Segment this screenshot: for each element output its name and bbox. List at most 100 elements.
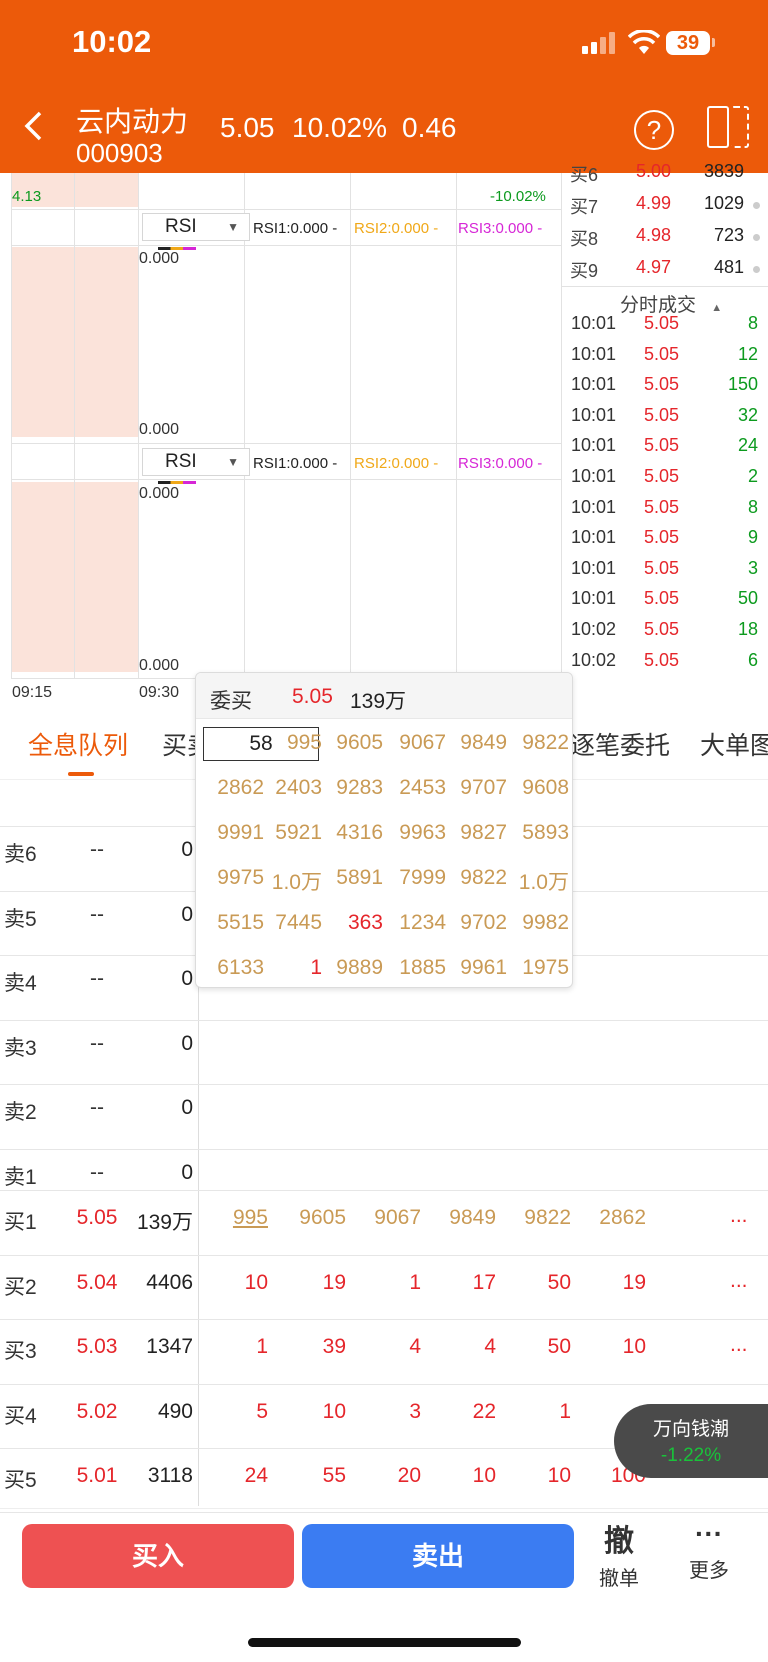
sell-level-label: 卖1 — [4, 1165, 37, 1189]
watch-badge[interactable]: 万向钱潮 -1.22% — [614, 1404, 768, 1478]
queue-order-cell[interactable]: 10 — [586, 1335, 646, 1359]
popup-order-cell[interactable]: 5921 — [262, 821, 322, 845]
popup-order-cell[interactable]: 6133 — [204, 956, 264, 980]
popup-order-cell[interactable]: 2453 — [386, 776, 446, 800]
orderbook-label: 买8 — [570, 229, 599, 249]
tab-big-orders[interactable]: 大单图 — [700, 726, 768, 762]
trade-volume: 2 — [747, 466, 758, 486]
queue-more-icon[interactable]: ... — [730, 1333, 748, 1357]
queue-more-icon[interactable]: ... — [730, 1204, 748, 1228]
popup-order-cell[interactable]: 9702 — [447, 911, 507, 935]
popup-order-cell[interactable]: 7445 — [262, 911, 322, 935]
queue-order-cell[interactable]: 1 — [208, 1335, 268, 1359]
queue-order-cell[interactable]: 9822 — [511, 1206, 571, 1230]
queue-order-cell[interactable]: 995 — [208, 1206, 268, 1230]
popup-order-cell[interactable]: 9827 — [447, 821, 507, 845]
watch-badge-change: -1.22% — [660, 1445, 722, 1466]
popup-order-cell[interactable]: 9982 — [509, 911, 569, 935]
queue-more-icon[interactable]: ... — [730, 1269, 748, 1293]
popup-order-cell[interactable]: 5893 — [509, 821, 569, 845]
queue-order-cell[interactable]: 9849 — [436, 1206, 496, 1230]
popup-order-cell[interactable]: 363 — [323, 911, 383, 935]
help-icon[interactable]: ? — [634, 110, 674, 150]
popup-order-cell[interactable]: 5891 — [323, 866, 383, 890]
queue-order-cell[interactable]: 1 — [511, 1400, 571, 1424]
queue-detail-popup[interactable]: 委买 5.05 139万 58 995 9605 9067 9849 9822 2862 2… — [195, 672, 573, 988]
more-icon: ··· — [695, 1518, 723, 1549]
queue-order-cell[interactable]: 39 — [286, 1335, 346, 1359]
back-icon[interactable] — [22, 111, 46, 141]
rsi3-label-2: RSI3:0.000 - — [458, 455, 543, 472]
popup-order-cell[interactable]: 9822 — [509, 731, 569, 755]
popup-order-cell[interactable]: 9707 — [447, 776, 507, 800]
queue-order-cell[interactable]: 17 — [436, 1271, 496, 1295]
popup-order-cell[interactable]: 1.0万 — [262, 866, 322, 896]
popup-order-cell[interactable]: 1 — [262, 956, 322, 980]
switch-layout-icon[interactable] — [707, 106, 749, 148]
queue-order-cell[interactable]: 20 — [361, 1464, 421, 1488]
popup-order-cell[interactable]: 9991 — [204, 821, 264, 845]
queue-order-cell[interactable]: 19 — [586, 1271, 646, 1295]
queue-order-cell[interactable]: 10 — [436, 1464, 496, 1488]
buy-level-volume: 4406 — [146, 1270, 193, 1294]
trade-volume: 8 — [747, 496, 758, 517]
tab-full-queue[interactable]: 全息队列 — [28, 726, 128, 762]
queue-order-cell[interactable]: 3 — [361, 1400, 421, 1424]
popup-order-cell[interactable]: 1975 — [509, 956, 569, 980]
chart-area[interactable]: 4.13 -10.02% RSI ▼ RSI1:0.000 - RSI2:0.00… — [0, 173, 562, 703]
queue-order-cell[interactable]: 22 — [436, 1400, 496, 1424]
popup-order-cell[interactable]: 9067 — [386, 731, 446, 755]
trade-price: 5.05 — [644, 374, 680, 395]
popup-order-cell[interactable]: 7999 — [386, 866, 446, 890]
cancel-order-button[interactable]: 撤 撤单 — [594, 1516, 644, 1591]
trade-price: 5.05 — [644, 619, 680, 639]
popup-order-cell[interactable]: 9608 — [509, 776, 569, 800]
popup-order-cell[interactable]: 2403 — [262, 776, 322, 800]
popup-order-cell[interactable]: 2862 — [204, 776, 264, 800]
queue-order-cell[interactable]: 9605 — [286, 1206, 346, 1230]
queue-order-cell[interactable]: 55 — [286, 1464, 346, 1488]
queue-order-cell[interactable]: 10 — [511, 1464, 571, 1488]
queue-order-cell[interactable]: 10 — [286, 1400, 346, 1424]
rsi-axis-bottom-1: 0.000 — [139, 421, 180, 438]
popup-order-cell[interactable]: 9961 — [447, 956, 507, 980]
queue-order-cell[interactable]: 24 — [208, 1464, 268, 1488]
popup-order-cell[interactable]: 1.0万 — [509, 866, 569, 896]
buy-button[interactable]: 买入 — [22, 1524, 294, 1588]
buy-level-label: 买3 — [4, 1340, 37, 1363]
popup-order-cell[interactable]: 9605 — [323, 731, 383, 755]
popup-order-cell[interactable]: 4316 — [323, 821, 383, 845]
popup-order-cell[interactable]: 9963 — [386, 821, 446, 845]
rsi-select-1[interactable]: RSI ▼ — [142, 213, 250, 241]
rsi-select-2[interactable]: RSI ▼ — [142, 448, 250, 476]
popup-order-cell[interactable]: 1885 — [386, 956, 446, 980]
popup-order-cell[interactable]: 995 — [262, 731, 322, 755]
tab-tick-orders[interactable]: 逐笔委托 — [570, 726, 670, 762]
time-axis-start: 09:15 — [12, 684, 53, 701]
queue-order-cell[interactable]: 4 — [436, 1335, 496, 1359]
queue-order-cell[interactable]: 4 — [361, 1335, 421, 1359]
popup-order-cell[interactable]: 9822 — [447, 866, 507, 890]
queue-order-cell[interactable]: 50 — [511, 1335, 571, 1359]
popup-order-cell[interactable]: 1234 — [386, 911, 446, 935]
more-button[interactable]: ··· 更多 — [684, 1516, 734, 1583]
queue-order-cell[interactable]: 50 — [511, 1271, 571, 1295]
chart-low-pct: -10.02% — [490, 188, 546, 205]
popup-order-cell[interactable]: 9283 — [323, 776, 383, 800]
popup-order-cell[interactable]: 9849 — [447, 731, 507, 755]
popup-order-cell[interactable]: 5515 — [204, 911, 264, 935]
sell-level-label: 卖2 — [4, 1101, 37, 1124]
popup-order-cell[interactable]: 9975 — [204, 866, 264, 890]
row-divider — [0, 1084, 768, 1085]
queue-order-cell[interactable]: 9067 — [361, 1206, 421, 1230]
queue-order-cell[interactable]: 19 — [286, 1271, 346, 1295]
battery-tip — [712, 38, 715, 47]
trade-price: 5.05 — [644, 343, 680, 364]
popup-order-cell[interactable]: 9889 — [323, 956, 383, 980]
queue-order-cell[interactable]: 1 — [361, 1271, 421, 1295]
sell-button[interactable]: 卖出 — [302, 1524, 574, 1588]
battery-icon: 39 — [666, 31, 710, 55]
queue-order-cell[interactable]: 5 — [208, 1400, 268, 1424]
queue-order-cell[interactable]: 2862 — [586, 1206, 646, 1230]
queue-order-cell[interactable]: 10 — [208, 1271, 268, 1295]
